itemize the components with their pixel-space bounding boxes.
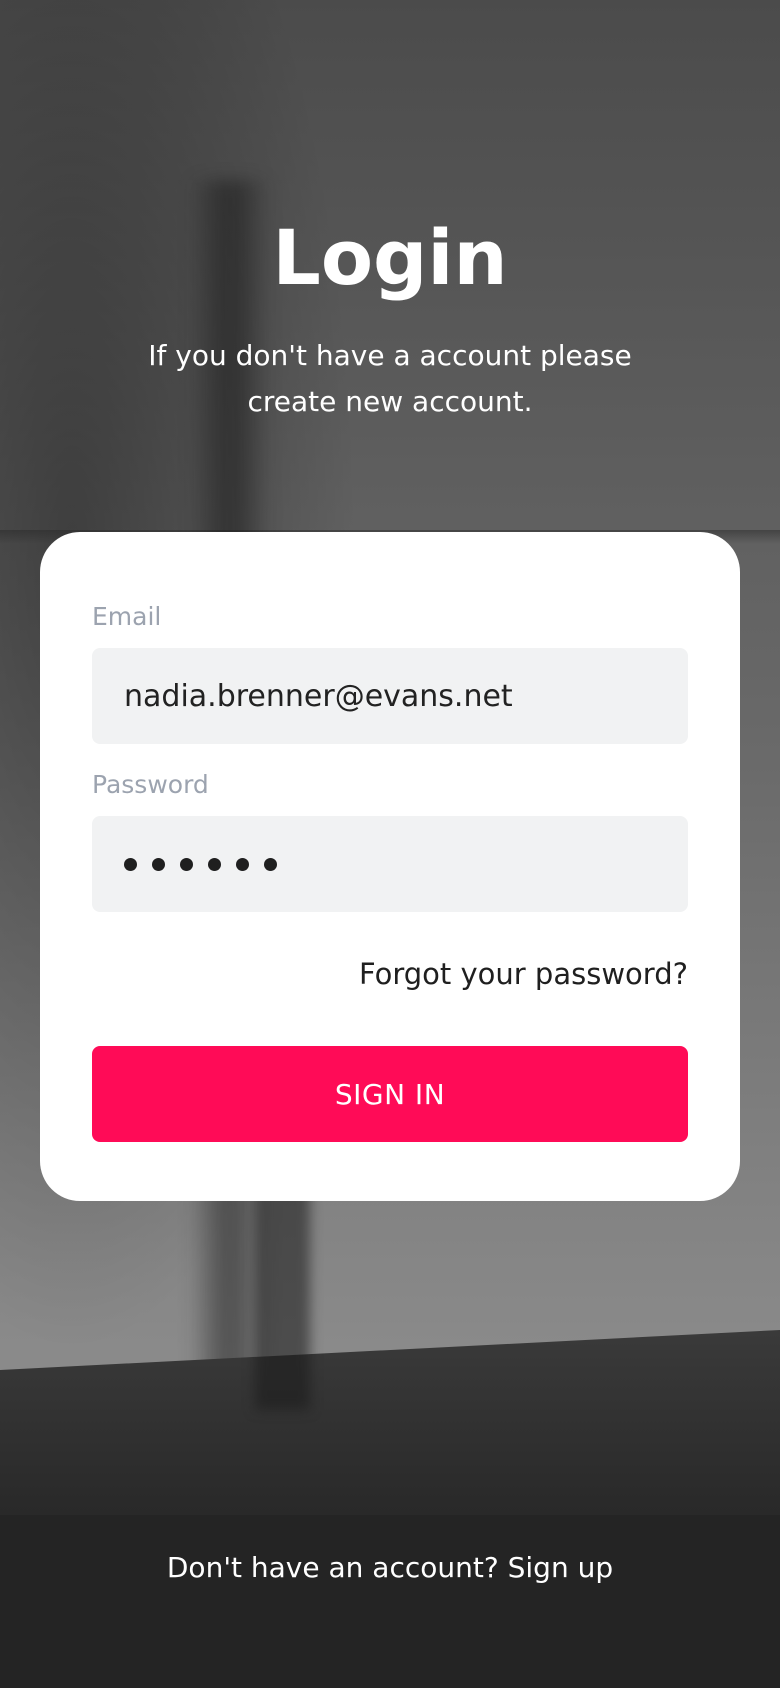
footer-signup-prompt: Don't have an account? Sign up [0, 1548, 780, 1588]
footer-prompt-text: Don't have an account? [166, 1551, 499, 1584]
password-mask-dot [152, 857, 165, 871]
password-mask-dot [124, 857, 137, 871]
password-mask [124, 857, 277, 871]
footer-band [0, 1515, 780, 1688]
sign-in-button[interactable]: SIGN IN [92, 1046, 688, 1142]
forgot-password-link[interactable]: Forgot your password? [359, 954, 688, 994]
email-label: Email [92, 602, 162, 631]
password-mask-dot [236, 857, 249, 871]
email-field[interactable]: nadia.brenner@evans.net [92, 648, 688, 744]
password-label: Password [92, 770, 209, 799]
password-mask-dot [208, 857, 221, 871]
page-subtitle: If you don't have a account please creat… [148, 339, 632, 418]
password-mask-dot [264, 857, 277, 871]
password-field[interactable] [92, 816, 688, 912]
page-title: Login [272, 213, 508, 302]
sign-up-link[interactable]: Sign up [508, 1551, 614, 1584]
login-card: Email nadia.brenner@evans.net Password F… [40, 532, 740, 1201]
password-mask-dot [180, 857, 193, 871]
email-value: nadia.brenner@evans.net [124, 678, 513, 714]
